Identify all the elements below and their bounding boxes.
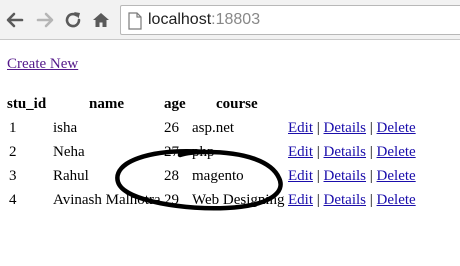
header-name: name	[89, 96, 124, 112]
reload-button[interactable]	[62, 9, 84, 31]
forward-button[interactable]	[34, 9, 56, 31]
forward-arrow-icon	[36, 12, 54, 28]
separator: |	[369, 144, 373, 160]
row-4-edit-link[interactable]: Edit	[288, 192, 313, 208]
url-text: localhost:18803	[148, 10, 260, 30]
row-1-course: asp.net	[192, 120, 235, 136]
row-3-stu-id: 3	[9, 168, 17, 184]
back-button[interactable]	[4, 9, 26, 31]
row-2-delete-link[interactable]: Delete	[377, 144, 416, 160]
page-content: Create New stu_id name age course 1 isha…	[0, 40, 460, 266]
row-3-course: magento	[192, 168, 244, 184]
separator: |	[369, 120, 373, 136]
row-3-delete-link[interactable]: Delete	[377, 168, 416, 184]
row-2-actions: Edit | Details | Delete	[288, 142, 416, 162]
row-2-stu-id: 2	[9, 144, 17, 160]
browser-toolbar: localhost:18803	[0, 0, 460, 40]
row-3-edit-link[interactable]: Edit	[288, 168, 313, 184]
home-icon	[93, 13, 109, 27]
url-host: localhost	[148, 11, 212, 28]
row-4-stu-id: 4	[9, 192, 17, 208]
row-3-details-link[interactable]: Details	[324, 168, 367, 184]
separator: |	[316, 144, 320, 160]
url-port: :18803	[211, 11, 261, 28]
header-age: age	[164, 96, 186, 112]
row-4-course: Web Designing	[192, 192, 285, 208]
back-arrow-icon	[6, 12, 24, 28]
row-1-stu-id: 1	[9, 120, 17, 136]
header-course: course	[216, 96, 258, 112]
row-2-age: 27	[164, 144, 179, 160]
header-stu-id: stu_id	[7, 96, 47, 112]
row-1-name: isha	[53, 120, 78, 136]
row-2-edit-link[interactable]: Edit	[288, 144, 313, 160]
row-1-age: 26	[164, 120, 179, 136]
separator: |	[369, 168, 373, 184]
row-3-actions: Edit | Details | Delete	[288, 166, 416, 186]
create-new-link[interactable]: Create New	[7, 56, 78, 73]
separator: |	[316, 192, 320, 208]
separator: |	[369, 192, 373, 208]
page-icon	[128, 12, 142, 30]
home-button[interactable]	[90, 9, 112, 31]
row-4-delete-link[interactable]: Delete	[377, 192, 416, 208]
row-1-edit-link[interactable]: Edit	[288, 120, 313, 136]
row-3-age: 28	[164, 168, 179, 184]
row-2-course: php	[192, 144, 215, 160]
reload-icon	[65, 12, 81, 28]
row-2-details-link[interactable]: Details	[324, 144, 367, 160]
row-3-name: Rahul	[53, 168, 89, 184]
row-2-name: Neha	[53, 144, 85, 160]
row-1-actions: Edit | Details | Delete	[288, 118, 416, 138]
separator: |	[316, 168, 320, 184]
row-4-actions: Edit | Details | Delete	[288, 190, 416, 210]
separator: |	[316, 120, 320, 136]
address-bar[interactable]: localhost:18803	[120, 5, 460, 35]
row-1-delete-link[interactable]: Delete	[377, 120, 416, 136]
row-4-details-link[interactable]: Details	[324, 192, 367, 208]
row-4-age: 29	[164, 192, 179, 208]
row-4-name: Avinash Malhotra	[53, 192, 161, 208]
row-1-details-link[interactable]: Details	[324, 120, 367, 136]
